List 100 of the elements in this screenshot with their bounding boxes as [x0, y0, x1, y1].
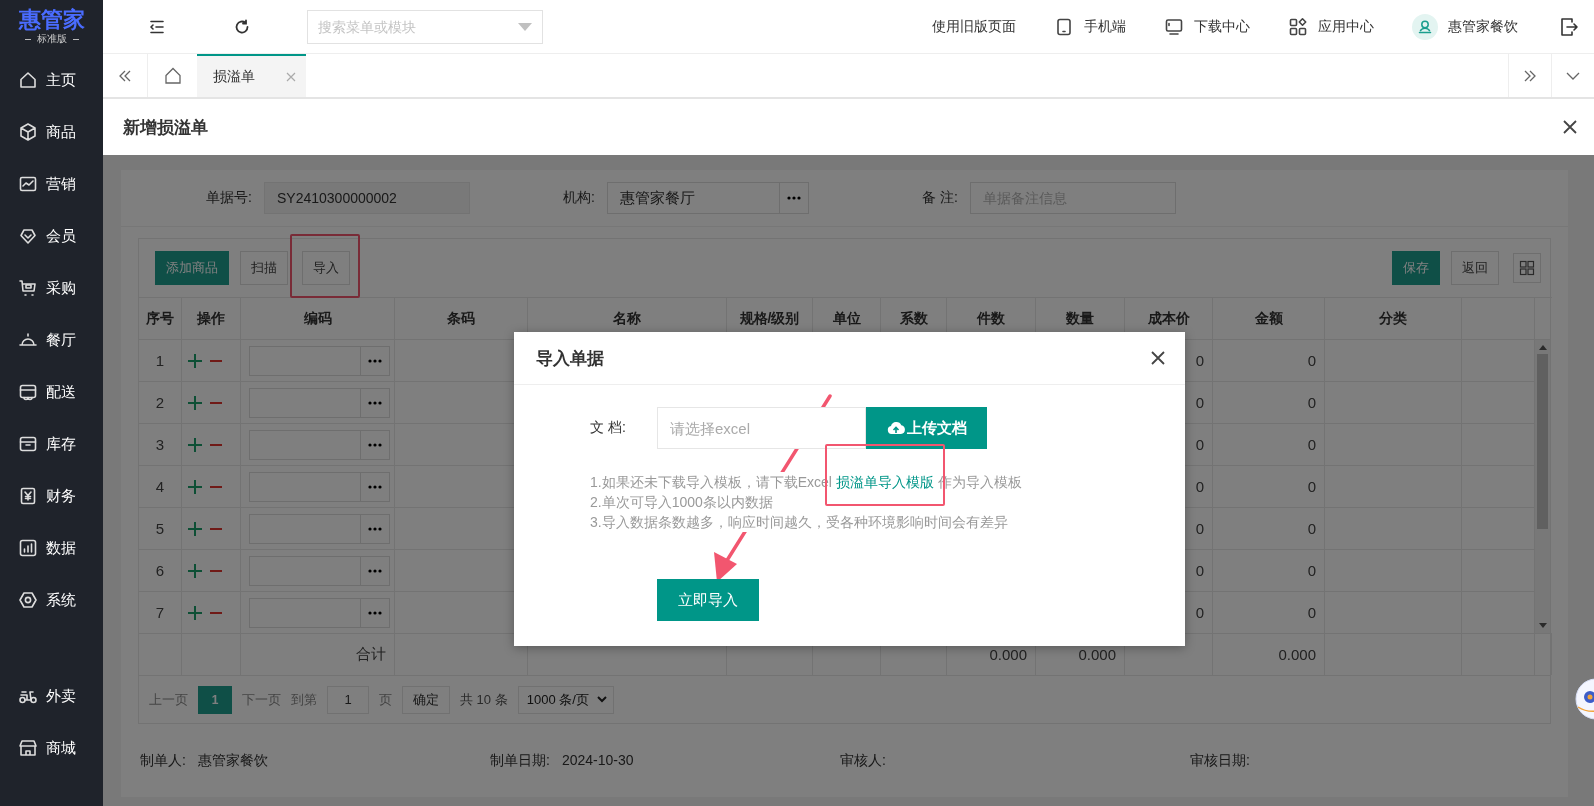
- scrollbar[interactable]: [1535, 339, 1550, 633]
- user-menu[interactable]: 惠管家餐饮: [1412, 13, 1518, 40]
- more-icon: [368, 484, 382, 489]
- plus-icon[interactable]: [188, 563, 202, 578]
- goto-label: 到第: [291, 690, 317, 709]
- chart-icon: [18, 174, 38, 194]
- cloud-upload-icon: [886, 421, 905, 435]
- tab-label: 损溢单: [213, 67, 255, 86]
- drawer-icon: [18, 434, 38, 454]
- row-number: 1: [139, 339, 182, 381]
- table-cell: 0: [1213, 423, 1325, 465]
- confirm-button[interactable]: 确定: [402, 685, 450, 714]
- scrollbar-thumb[interactable]: [1537, 354, 1548, 529]
- toolbar-button[interactable]: 返回: [1451, 251, 1499, 285]
- more-icon: [368, 610, 382, 615]
- top-link[interactable]: 下载中心: [1164, 16, 1250, 37]
- table-cell: 0: [1213, 549, 1325, 591]
- import-button[interactable]: 立即导入: [657, 579, 759, 621]
- phone-icon: [1054, 16, 1074, 37]
- highlight-box: [290, 234, 360, 298]
- row-number: 7: [139, 591, 182, 633]
- sidebar-item[interactable]: 系统: [0, 574, 103, 626]
- scroll-down-arrow-icon[interactable]: [1538, 623, 1547, 628]
- top-link[interactable]: 应用中心: [1288, 16, 1374, 37]
- file-field[interactable]: 请选择excel: [657, 407, 866, 449]
- refresh-icon: [234, 18, 250, 35]
- hexagon-icon: [18, 590, 38, 610]
- apps-icon: [1288, 16, 1308, 37]
- top-link[interactable]: 使用旧版页面: [932, 17, 1016, 36]
- yen-icon: [18, 486, 38, 506]
- grid-icon: [1519, 260, 1535, 276]
- logout-icon: [1559, 15, 1579, 38]
- footer-value: 惠管家餐饮: [197, 751, 268, 770]
- table-cell: 0: [1213, 465, 1325, 507]
- upload-button[interactable]: 上传文档: [866, 407, 987, 449]
- column-header: 序号: [139, 297, 182, 339]
- sidebar-item[interactable]: 库存: [0, 418, 103, 470]
- close-icon: [1562, 119, 1578, 135]
- store-icon: [18, 738, 38, 758]
- sidebar-item[interactable]: 营销: [0, 158, 103, 210]
- assistant-icon[interactable]: [1574, 676, 1594, 722]
- toolbar-button[interactable]: 导入: [302, 251, 350, 285]
- page-size-select[interactable]: 1000 条/页: [517, 685, 614, 714]
- column-header: 编码: [241, 297, 395, 339]
- double-chevron-right-icon: [1523, 68, 1537, 83]
- footer-label: 审核日期:: [1190, 751, 1250, 770]
- page-input[interactable]: 1: [327, 685, 369, 714]
- monitor-icon: [1164, 16, 1184, 37]
- column-header: 分类: [1325, 297, 1462, 339]
- sidebar-item[interactable]: 采购: [0, 262, 103, 314]
- field-label: 文 档:: [590, 419, 627, 437]
- page-unit: 页: [379, 690, 392, 709]
- page-tab[interactable]: 损溢单: [197, 54, 306, 97]
- menu-icon: [149, 19, 165, 34]
- sidebar-item[interactable]: 会员: [0, 210, 103, 262]
- plus-icon[interactable]: [188, 437, 202, 452]
- sidebar-item[interactable]: 配送: [0, 366, 103, 418]
- row-number: 4: [139, 465, 182, 507]
- footer-label: 审核人:: [840, 751, 886, 770]
- sidebar-item[interactable]: 商品: [0, 106, 103, 158]
- sidebar-item[interactable]: 商城: [0, 722, 103, 774]
- plus-icon[interactable]: [188, 521, 202, 536]
- plus-icon[interactable]: [188, 395, 202, 410]
- page-title: 新增损溢单: [123, 116, 208, 139]
- scroll-up-arrow-icon[interactable]: [1538, 345, 1547, 350]
- row-number: 2: [139, 381, 182, 423]
- more-icon: [787, 196, 801, 200]
- user-avatar-icon: [1412, 13, 1438, 40]
- sidebar-item[interactable]: 数据: [0, 522, 103, 574]
- plus-icon[interactable]: [188, 479, 202, 494]
- close-button[interactable]: [1562, 119, 1578, 135]
- sidebar-item[interactable]: 财务: [0, 470, 103, 522]
- search-field[interactable]: 搜索菜单或模块: [307, 9, 543, 44]
- cart-icon: [18, 278, 38, 298]
- table-cell: 0: [1213, 339, 1325, 381]
- logo-text: 惠管家: [18, 8, 85, 32]
- close-icon: [1151, 351, 1165, 365]
- total-label: 合计: [241, 633, 395, 675]
- dialog-title: 导入单据: [536, 347, 604, 370]
- more-icon: [368, 400, 382, 405]
- column-header: 金额: [1213, 297, 1325, 339]
- caret-down-icon: [518, 22, 532, 31]
- top-link[interactable]: 手机端: [1054, 16, 1126, 37]
- user-name: 惠管家餐饮: [1448, 17, 1518, 36]
- close-icon[interactable]: [286, 71, 296, 82]
- plus-icon[interactable]: [188, 353, 202, 368]
- sidebar-item[interactable]: 餐厅: [0, 314, 103, 366]
- more-icon: [368, 442, 382, 447]
- table-cell: 0: [1213, 507, 1325, 549]
- number-field[interactable]: SY2410300000002: [264, 182, 470, 214]
- toolbar-button[interactable]: 扫描: [240, 251, 288, 285]
- plus-icon[interactable]: [188, 605, 202, 620]
- instruction-text: 3.导入数据条数越多，响应时间越久，受各种环境影响时间会有差异: [590, 512, 1008, 532]
- row-number: 5: [139, 507, 182, 549]
- sidebar-item[interactable]: 主页: [0, 54, 103, 106]
- template-link[interactable]: 损溢单导入模版: [835, 474, 934, 490]
- sidebar-item[interactable]: 外卖: [0, 670, 103, 722]
- instruction-text: 2.单次可导入1000条以内数据: [590, 492, 773, 512]
- close-button[interactable]: [1151, 351, 1165, 365]
- column-settings-button[interactable]: [1513, 253, 1541, 283]
